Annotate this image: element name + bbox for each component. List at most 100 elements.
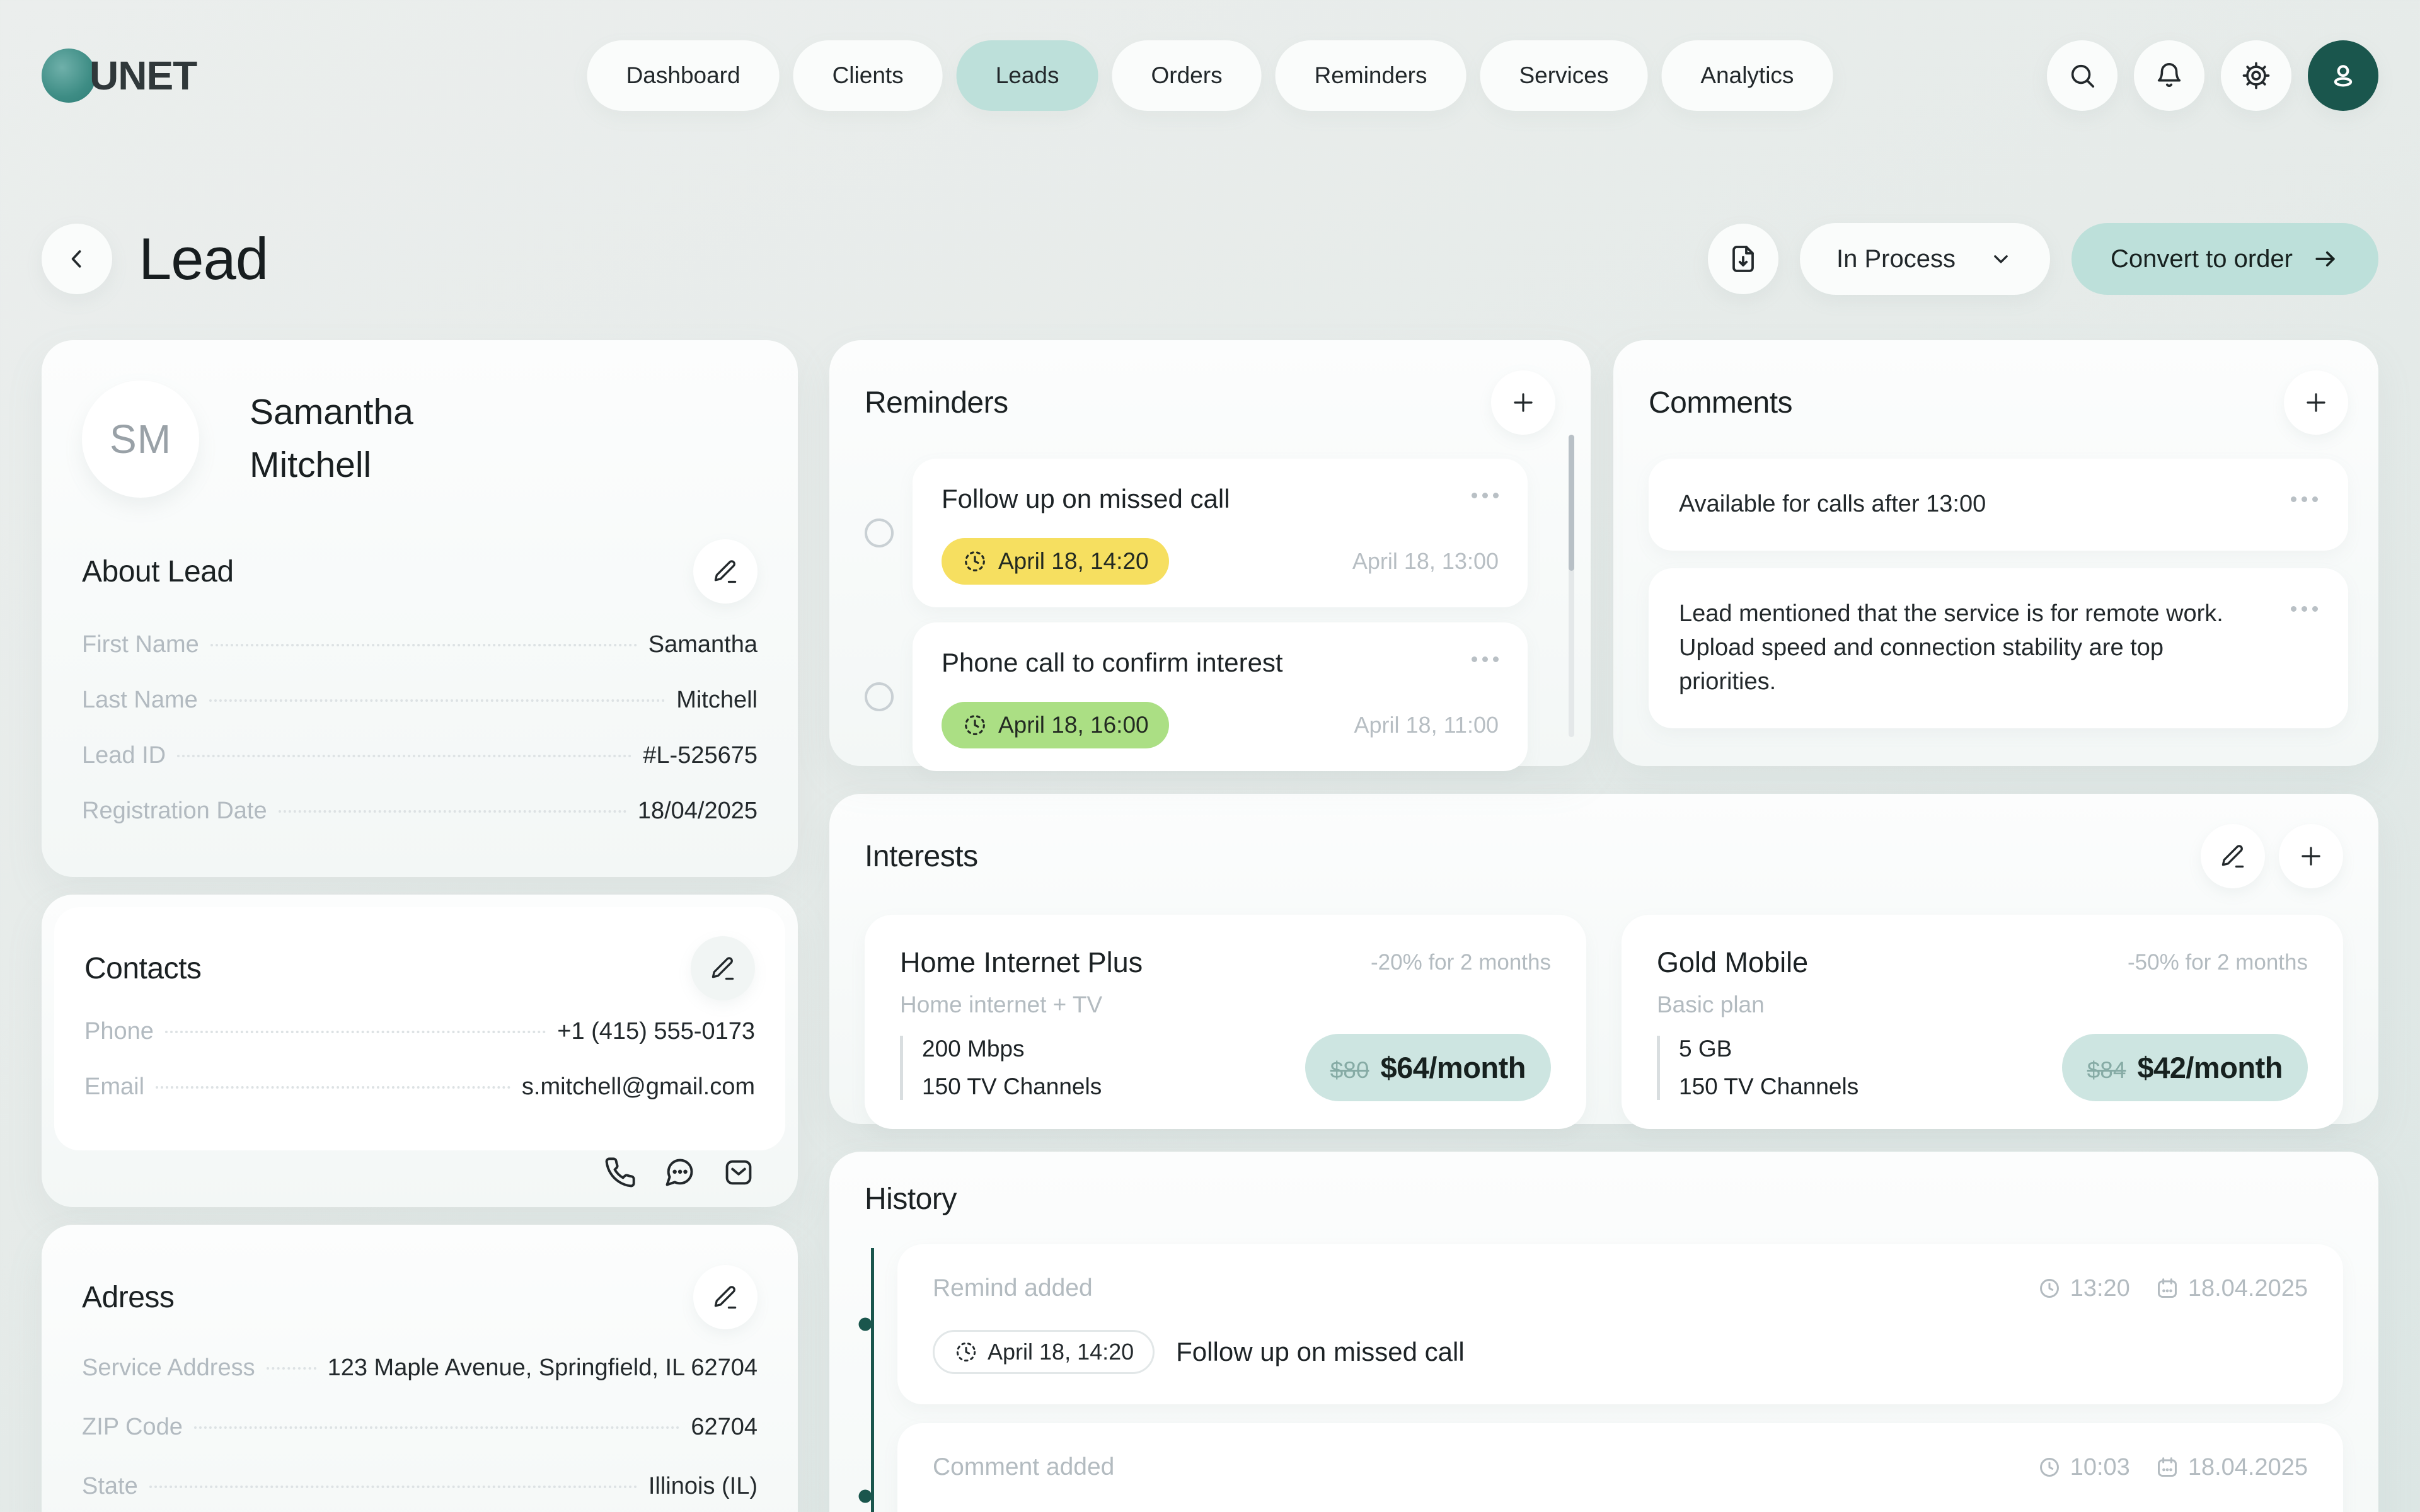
email-button[interactable] xyxy=(722,1156,755,1189)
add-reminder-button[interactable] xyxy=(1491,370,1555,435)
ellipsis-icon[interactable] xyxy=(2291,597,2318,699)
history-item: Remind added 13:20 xyxy=(897,1244,2343,1404)
add-comment-button[interactable] xyxy=(2284,370,2348,435)
field-registration-date: Registration Date 18/04/2025 xyxy=(82,798,758,853)
about-fields: First Name Samantha Last Name Mitchell L… xyxy=(82,631,758,853)
calendar-icon xyxy=(2155,1276,2179,1300)
calendar-icon xyxy=(2155,1455,2179,1479)
reminder-body: Follow up on missed call xyxy=(913,459,1528,607)
back-button[interactable] xyxy=(42,224,112,294)
plan-new-price: $64/month xyxy=(1380,1050,1526,1085)
field-service-address: Service Address 123 Maple Avenue, Spring… xyxy=(82,1354,758,1414)
history-list: Remind added 13:20 xyxy=(897,1244,2343,1512)
reminder-title: Follow up on missed call xyxy=(942,484,1230,514)
lead-status-dropdown[interactable]: In Process xyxy=(1800,223,2050,295)
edit-icon xyxy=(712,1283,739,1311)
title-actions: In Process Convert to order xyxy=(1708,223,2378,295)
address-title: Adress xyxy=(82,1280,174,1315)
timeline-line xyxy=(871,1248,874,1512)
reminder-created-at: April 18, 13:00 xyxy=(1352,548,1499,575)
notifications-button[interactable] xyxy=(2134,40,2204,111)
lead-first-name: Samantha xyxy=(250,386,413,439)
plan-old-price: $80 xyxy=(1330,1057,1369,1084)
avatar: SM xyxy=(82,381,199,498)
lead-name: Samantha Mitchell xyxy=(250,386,413,492)
topbar-actions xyxy=(2047,40,2378,111)
user-icon xyxy=(2327,59,2360,92)
nav-item-services[interactable]: Services xyxy=(1480,40,1647,111)
plan-old-price: $84 xyxy=(2087,1057,2126,1084)
nav-item-leads[interactable]: Leads xyxy=(957,40,1098,111)
main-content: SM Samantha Mitchell About Lead xyxy=(42,340,2378,1512)
lead-person: SM Samantha Mitchell xyxy=(82,381,758,498)
reminders-scrollbar-track xyxy=(1569,435,1574,737)
ellipsis-icon[interactable] xyxy=(1472,648,1499,662)
plus-icon xyxy=(2298,843,2324,869)
interests-list: Home Internet Plus -20% for 2 months Hom… xyxy=(865,915,2343,1129)
comments-list: Available for calls after 13:00 Lead men… xyxy=(1649,459,2348,728)
reminder-item: Phone call to confirm interest xyxy=(865,622,1528,771)
message-button[interactable] xyxy=(663,1156,696,1189)
reminder-clock-icon xyxy=(962,712,988,738)
export-button[interactable] xyxy=(1708,224,1778,294)
ellipsis-icon[interactable] xyxy=(1472,484,1499,498)
brand-name: UNET xyxy=(89,52,197,99)
field-zip-code: ZIP Code 62704 xyxy=(82,1414,758,1473)
reminder-item: Follow up on missed call xyxy=(865,459,1528,607)
history-title: History xyxy=(865,1182,2343,1217)
contact-actions xyxy=(54,1150,785,1194)
reminders-scrollbar-thumb[interactable] xyxy=(1569,435,1574,571)
add-interest-button[interactable] xyxy=(2279,824,2343,888)
field-state: State Illinois (IL) xyxy=(82,1473,758,1512)
history-text: Follow up on missed call xyxy=(1176,1337,1465,1367)
plan-name: Home Internet Plus xyxy=(900,946,1143,979)
nav-item-analytics[interactable]: Analytics xyxy=(1661,40,1833,111)
plan-new-price: $42/month xyxy=(2137,1050,2283,1085)
convert-to-order-button[interactable]: Convert to order xyxy=(2071,223,2378,295)
history-remind-badge: April 18, 14:20 xyxy=(933,1330,1155,1374)
nav-item-clients[interactable]: Clients xyxy=(793,40,943,111)
history-item: Comment added 10:03 xyxy=(897,1423,2343,1512)
reminders-comments-row: Reminders Follow u xyxy=(829,340,2378,766)
comment-item: Available for calls after 13:00 xyxy=(1649,459,2348,551)
nav-item-orders[interactable]: Orders xyxy=(1112,40,1262,111)
search-button[interactable] xyxy=(2047,40,2118,111)
edit-icon xyxy=(709,954,737,982)
reminder-time-badge: April 18, 14:20 xyxy=(942,538,1169,585)
history-event: Remind added xyxy=(933,1274,1093,1302)
edit-address-button[interactable] xyxy=(693,1265,758,1329)
lead-last-name: Mitchell xyxy=(250,439,413,492)
comments-card: Comments Available for calls after 13:00 xyxy=(1613,340,2378,766)
field-phone: Phone +1 (415) 555-0173 xyxy=(84,1018,755,1074)
edit-interests-button[interactable] xyxy=(2201,824,2265,888)
nav-item-reminders[interactable]: Reminders xyxy=(1276,40,1466,111)
history-time: 13:20 xyxy=(2037,1275,2130,1302)
history-card: History Remind added xyxy=(829,1152,2378,1512)
comment-item: Lead mentioned that the service is for r… xyxy=(1649,568,2348,728)
settings-button[interactable] xyxy=(2221,40,2291,111)
plan-specs: 5 GB 150 TV Channels xyxy=(1657,1036,1858,1100)
edit-about-button[interactable] xyxy=(693,539,758,604)
reminder-created-at: April 18, 11:00 xyxy=(1354,712,1499,738)
edit-icon xyxy=(2219,842,2247,870)
edit-contacts-button[interactable] xyxy=(691,936,755,1000)
edit-icon xyxy=(712,558,739,585)
nav-item-dashboard[interactable]: Dashboard xyxy=(587,40,780,111)
profile-button[interactable] xyxy=(2308,40,2378,111)
reminder-checkbox[interactable] xyxy=(865,518,894,547)
plan-price: $80 $64/month xyxy=(1305,1034,1551,1101)
clock-icon xyxy=(2037,1455,2061,1479)
comment-text: Lead mentioned that the service is for r… xyxy=(1679,597,2291,699)
plan-subtitle: Home internet + TV xyxy=(900,992,1551,1018)
contacts-inner: Contacts Phone +1 (415 xyxy=(54,907,785,1150)
plus-icon xyxy=(1510,389,1536,416)
page-title: Lead xyxy=(139,225,268,293)
reminder-checkbox[interactable] xyxy=(865,682,894,711)
contacts-fields: Phone +1 (415) 555-0173 Email s.mitchell… xyxy=(84,1018,755,1129)
plan-subtitle: Basic plan xyxy=(1657,992,2308,1018)
comments-title: Comments xyxy=(1649,386,1792,420)
ellipsis-icon[interactable] xyxy=(2291,488,2318,522)
call-button[interactable] xyxy=(604,1156,637,1189)
gear-icon xyxy=(2242,61,2271,90)
field-first-name: First Name Samantha xyxy=(82,631,758,687)
